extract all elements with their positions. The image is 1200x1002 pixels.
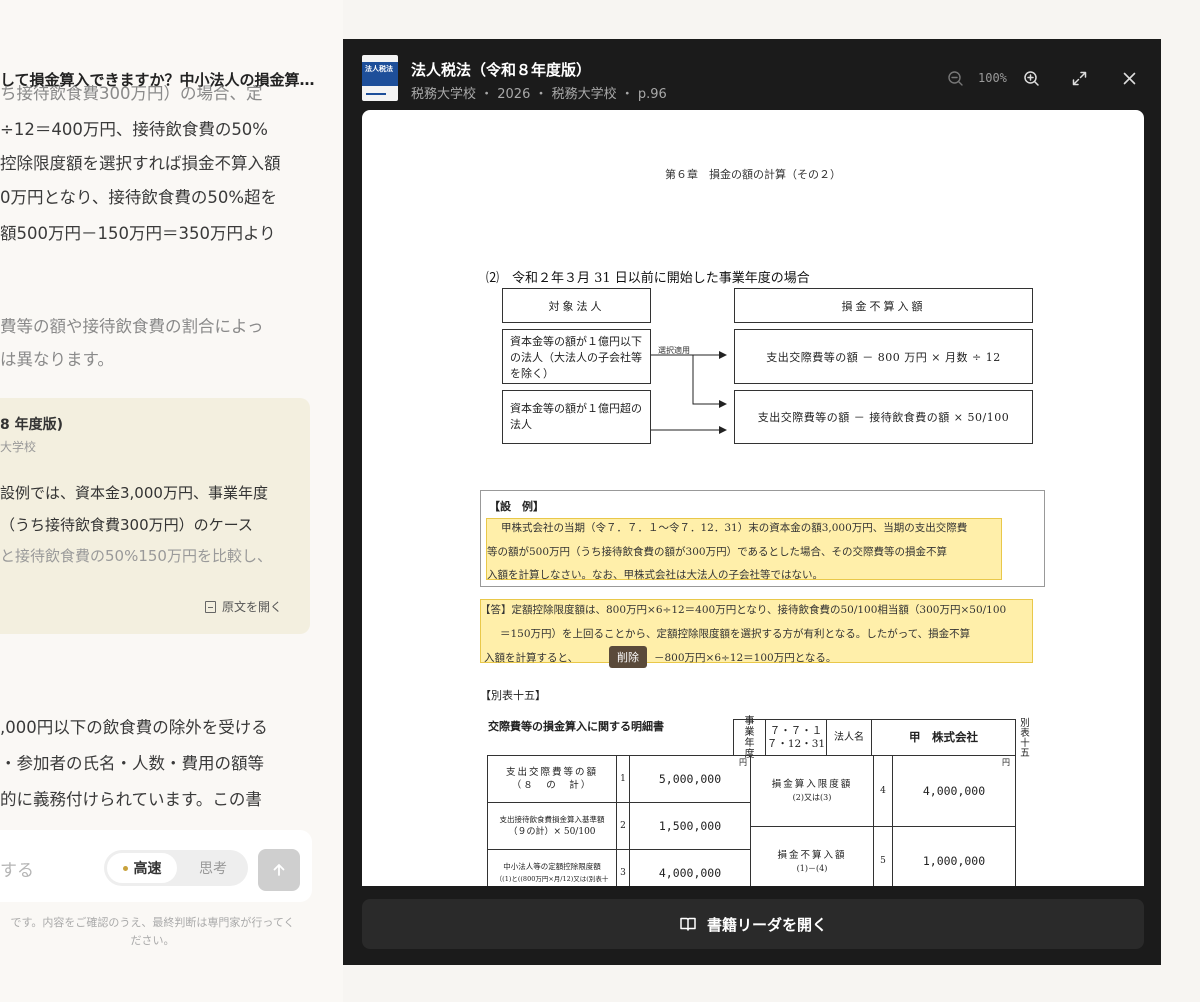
zoom-in-icon (1023, 70, 1039, 86)
viewer-meta: 税務大学校 ・ 2026 ・ 税務大学校 ・ p.96 (411, 87, 667, 102)
chat-line: 的に義務付けられています。この書 (0, 790, 262, 809)
form-right-title: 損金算入限度額 (771, 779, 853, 790)
answer-line: 入額を計算すると、 (484, 652, 579, 664)
book-cover-text: 法人税法 (365, 65, 393, 73)
source-card-line: 設例では、資本金3,000万円、事業年度 (0, 484, 268, 502)
close-button[interactable] (1117, 66, 1141, 90)
disclaimer-line: ださい。 (130, 934, 175, 947)
yen-unit: 円 (739, 758, 747, 767)
form-row-label: 支出接待飲食費損金算入基準額 （９の計）× 50/100 (487, 802, 617, 850)
open-original-button[interactable]: 原文を開く (204, 598, 282, 615)
chat-line: 控除限度額を選択すれば損金不算入額 (0, 154, 281, 173)
yen-unit: 円 (1002, 758, 1010, 767)
open-reader-button[interactable]: 書籍リーダを開く (362, 899, 1144, 949)
form-row-title: 中小法人等の定額控除限度額 (503, 862, 601, 871)
form-row-sub: （(1)と((800万円×月/12)又は(別表十 (495, 875, 609, 883)
source-card-subtitle: 大学校 (0, 440, 37, 454)
beppyo-label: 【別表十五】 (480, 689, 546, 702)
book-open-icon (680, 917, 696, 931)
year-to: ７・12・31 (766, 737, 826, 750)
form-row-label: 支出交際費等の額 （８ の 計） (487, 755, 617, 803)
example-line: 等の額が500万円（うち接待飲食費の額が300万円）であるとした場合、その交際費… (487, 546, 947, 558)
open-original-label: 原文を開く (221, 600, 282, 614)
mode-toggle[interactable]: 高速 思考 (104, 850, 248, 886)
form-row-title: 支出交際費等の額 (505, 767, 598, 778)
form-right-no: 4 (873, 755, 893, 827)
form-row-sub: （９の計）× 50/100 (508, 827, 596, 837)
year-from: ７・７・１ (769, 724, 823, 737)
form-title: 交際費等の損金算入に関する明細書 (488, 720, 664, 733)
form-right-no: 5 (873, 826, 893, 886)
answer-line: 【答】定額控除限度額は、800万円×6÷12＝400万円となり、接待飲食費の50… (480, 604, 1007, 616)
source-card: 8 年度版) 大学校 設例では、資本金3,000万円、事業年度 （うち接待飲食費… (0, 398, 310, 634)
chat-line: ÷12＝400万円、接待飲食費の50% (0, 120, 268, 139)
form-row-value: 1,500,000 (629, 802, 751, 850)
chat-pane: して損金算入できますか？中小法人の損金算… ち接待飲食費300万円）の場合、定 … (0, 0, 343, 1002)
zoom-out-icon (947, 70, 963, 86)
form-right-value: 1,000,000 (892, 826, 1016, 886)
corp-label: 法人名 (826, 719, 872, 756)
example-line: 入額を計算しなさい。なお、甲株式会社は大法人の子会社等ではない。 (487, 569, 823, 581)
form-right-sub: (1)－(4) (796, 863, 828, 873)
source-card-line: （うち接待飲食費300万円）のケース (0, 516, 253, 534)
form-right-sub: (2)又は(3) (792, 793, 832, 802)
source-card-line: と接待飲食費の50%150万円を比較し、 (0, 547, 272, 565)
year-range: ７・７・１ ７・12・31 (765, 719, 827, 756)
chat-input-placeholder[interactable]: する (0, 856, 34, 881)
document-icon (204, 600, 216, 613)
book-cover-thumbnail: 法人税法 (362, 55, 398, 101)
chat-line: 額500万円－150万円＝350万円より (0, 224, 276, 243)
form-row-label: 中小法人等の定額控除限度額 （(1)と((800万円×月/12)又は(別表十 (487, 849, 617, 886)
expand-button[interactable] (1067, 66, 1091, 90)
form-right-label: 損金算入限度額 (2)又は(3) (750, 755, 874, 827)
form-row-value: 4,000,000 (629, 849, 751, 886)
source-card-title: 8 年度版) (0, 417, 64, 433)
form-row-no: 2 (616, 802, 630, 850)
expand-icon (1072, 71, 1086, 85)
answer-line: －800万円×6÷12＝100万円となる。 (654, 652, 837, 664)
answer-line: ＝150万円）を上回ることから、定額控除限度額を選択する方が有利となる。したがっ… (500, 628, 971, 640)
mode-think-button[interactable]: 思考 (182, 853, 244, 883)
mode-fast-label: 高速 (133, 861, 162, 877)
viewer-title: 法人税法（令和８年度版） (411, 61, 592, 79)
form-row-no: 3 (616, 849, 630, 886)
chat-line: は異なります。 (0, 350, 114, 369)
example-line: 甲株式会社の当期（令７．７．１～令７．12．31）末の資本金の額3,000万円、… (501, 522, 968, 534)
form-right-value: 4,000,000 (892, 755, 1016, 827)
chat-line: 0万円となり、接待飲食費の50%超を (0, 188, 278, 207)
flow-arrows (651, 351, 727, 434)
chat-line: ,000円以下の飲食費の除外を受ける (0, 718, 268, 737)
side-label: 別表十五 (1020, 718, 1030, 759)
delete-highlight-button[interactable]: 削除 (609, 646, 647, 668)
close-icon (1123, 72, 1135, 84)
pdf-page[interactable]: 第６章 損金の額の計算（その２） ⑵ 令和２年３月 31 日以前に開始した事業年… (362, 110, 1144, 886)
chat-input-box[interactable]: する 高速 思考 (0, 830, 312, 902)
corp-name: 甲 株式会社 (871, 719, 1016, 756)
open-reader-label: 書籍リーダを開く (706, 915, 827, 934)
example-heading: 【設 例】 (489, 500, 544, 513)
form-row-sub: （８ の 計） (511, 780, 593, 791)
send-button[interactable] (258, 849, 300, 891)
chat-line: ち接待飲食費300万円）の場合、定 (0, 84, 263, 103)
chat-line: 費等の額や接待飲食費の割合によっ (0, 317, 264, 336)
form-row-value: 5,000,000 (629, 755, 751, 803)
zoom-out-button[interactable] (943, 66, 967, 90)
form-right-label: 損金不算入額 (1)－(4) (750, 826, 874, 886)
form-row-title: 支出接待飲食費損金算入基準額 (499, 815, 605, 824)
book-viewer-modal: 法人税法 法人税法（令和８年度版） 税務大学校 ・ 2026 ・ 税務大学校 ・… (343, 39, 1161, 965)
form-row-no: 1 (616, 755, 630, 803)
zoom-in-button[interactable] (1019, 66, 1043, 90)
chat-line: ・参加者の氏名・人数・費用の額等 (0, 754, 264, 773)
zoom-level: 100% (978, 71, 1007, 85)
year-label: 事業年度 (733, 716, 766, 760)
active-dot-icon (122, 865, 128, 871)
mode-fast-button[interactable]: 高速 (107, 853, 177, 883)
arrow-up-icon (273, 864, 285, 876)
disclaimer-line: です。内容をご確認のうえ、最終判断は専門家が行ってく (10, 916, 295, 929)
form-right-title: 損金不算入額 (777, 849, 847, 861)
